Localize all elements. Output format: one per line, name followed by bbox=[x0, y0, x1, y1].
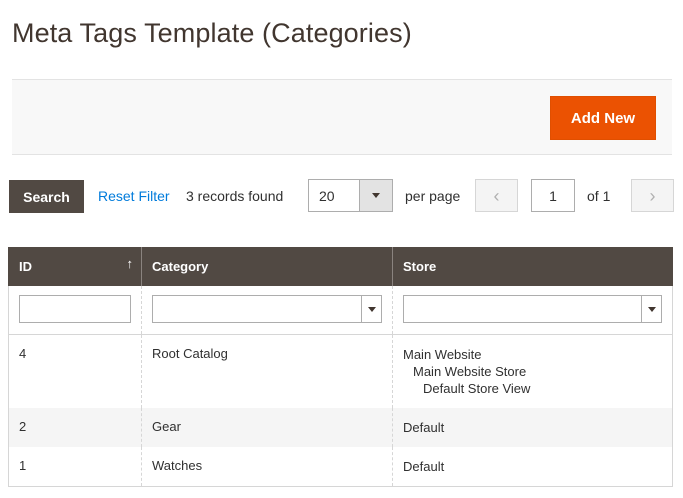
page-title: Meta Tags Template (Categories) bbox=[12, 18, 412, 48]
grid-toolbar: Search Reset Filter 3 records found 20 p… bbox=[9, 178, 675, 214]
page-size-dropdown-toggle[interactable] bbox=[359, 180, 392, 211]
category-filter-toggle[interactable] bbox=[361, 296, 381, 322]
store-website: Main Website bbox=[403, 346, 482, 362]
cell-store: Main Website Main Website Store Default … bbox=[392, 334, 673, 408]
column-header-id-label: ID bbox=[19, 259, 32, 274]
cell-id: 2 bbox=[8, 407, 142, 447]
store-filter-toggle[interactable] bbox=[641, 296, 661, 322]
reset-filter-link[interactable]: Reset Filter bbox=[98, 188, 170, 204]
store-group: Main Website Store bbox=[413, 363, 527, 379]
cell-store: Default bbox=[392, 446, 673, 487]
page-size-value: 20 bbox=[319, 188, 335, 204]
records-found-count: 3 records found bbox=[186, 188, 284, 204]
previous-page-button[interactable]: ‹ bbox=[475, 179, 518, 212]
cell-id: 4 bbox=[8, 334, 142, 408]
sort-ascending-icon: ↑ bbox=[126, 256, 134, 271]
table-row[interactable]: 2 Gear Default bbox=[8, 407, 673, 447]
meta-tags-grid: ID ↑ Category Store 4 Root Catalog Main … bbox=[8, 247, 673, 487]
filter-row bbox=[8, 286, 673, 335]
column-header-store[interactable]: Store bbox=[392, 247, 673, 286]
cell-id: 1 bbox=[8, 446, 142, 487]
id-filter-input[interactable] bbox=[19, 295, 131, 323]
table-row[interactable]: 4 Root Catalog Main Website Main Website… bbox=[8, 334, 673, 408]
cell-category: Gear bbox=[141, 407, 393, 447]
chevron-down-icon bbox=[372, 193, 380, 198]
grid-header-row: ID ↑ Category Store bbox=[8, 247, 673, 286]
store-default: Default bbox=[403, 458, 445, 474]
table-row[interactable]: 1 Watches Default bbox=[8, 446, 673, 487]
column-header-category[interactable]: Category bbox=[141, 247, 393, 286]
cell-category: Root Catalog bbox=[141, 334, 393, 408]
next-page-button[interactable]: › bbox=[631, 179, 674, 212]
chevron-down-icon bbox=[367, 306, 376, 312]
current-page-input[interactable] bbox=[531, 179, 575, 212]
filter-cell-category bbox=[141, 286, 393, 335]
search-button[interactable]: Search bbox=[9, 180, 84, 213]
category-filter-select[interactable] bbox=[152, 295, 382, 323]
chevron-down-icon bbox=[647, 306, 656, 312]
add-new-button[interactable]: Add New bbox=[550, 96, 656, 140]
page-size-select[interactable]: 20 bbox=[308, 179, 393, 212]
filter-cell-id bbox=[8, 286, 142, 335]
store-view: Default Store View bbox=[423, 380, 531, 396]
store-filter-select[interactable] bbox=[403, 295, 662, 323]
chevron-left-icon: ‹ bbox=[493, 185, 500, 206]
cell-store: Default bbox=[392, 407, 673, 447]
filter-cell-store bbox=[392, 286, 673, 335]
store-default: Default bbox=[403, 419, 445, 435]
per-page-label: per page bbox=[405, 188, 461, 204]
cell-category: Watches bbox=[141, 446, 393, 487]
chevron-right-icon: › bbox=[649, 185, 656, 206]
column-header-id[interactable]: ID ↑ bbox=[8, 247, 142, 286]
total-pages-label: of 1 bbox=[587, 188, 611, 204]
page-actions-bar: Add New bbox=[12, 79, 672, 155]
